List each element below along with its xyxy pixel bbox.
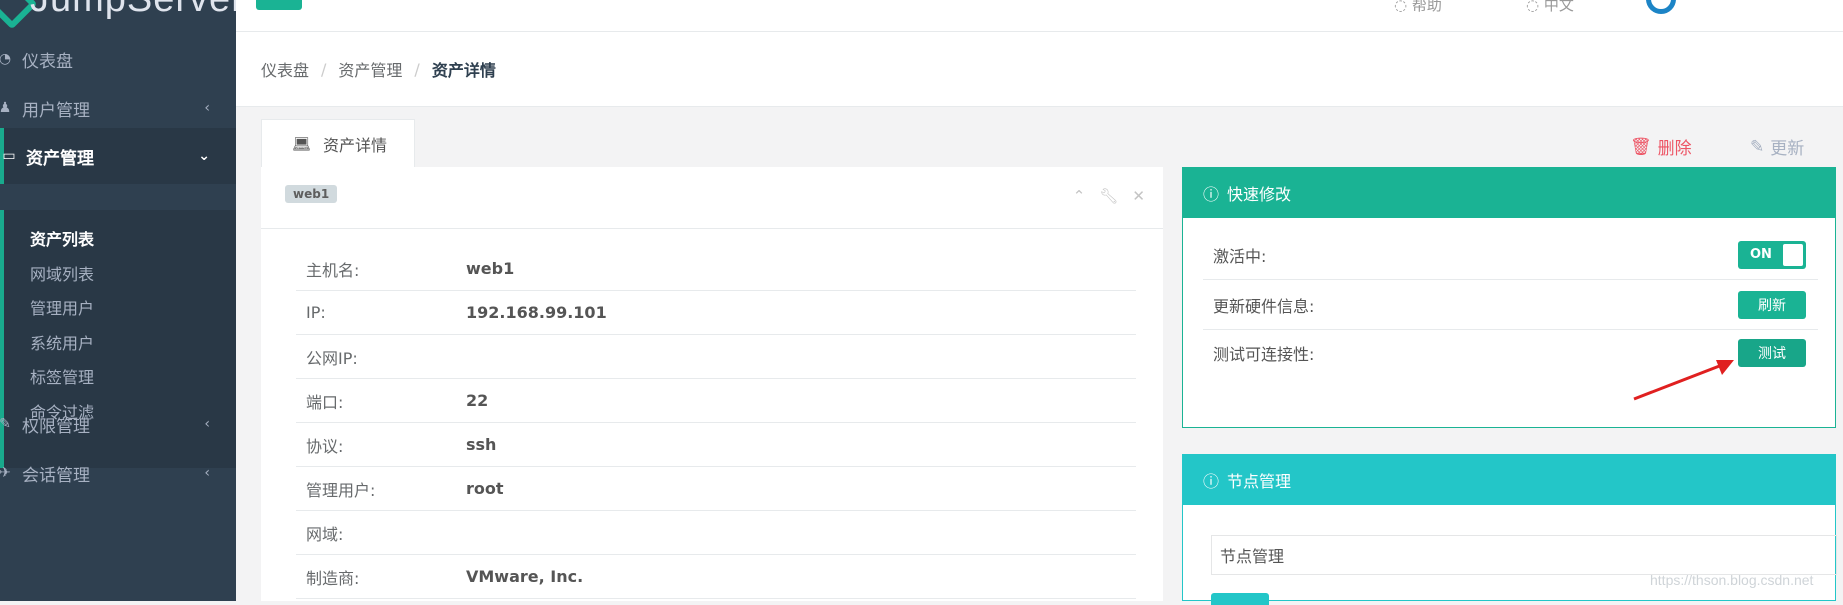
edit-icon: ✎ bbox=[1750, 136, 1765, 157]
annotation-arrow bbox=[1633, 360, 1734, 401]
breadcrumb: 仪表盘 / 资产管理 / 资产详情 bbox=[236, 32, 1843, 107]
tab-asset-detail[interactable]: 💻︎ 资产详情 bbox=[261, 119, 415, 167]
dashboard-icon: ◔ bbox=[0, 51, 12, 67]
row-key: 公网IP: bbox=[306, 348, 358, 368]
row-key: 网域: bbox=[306, 524, 344, 544]
wrench-icon[interactable]: 🔧︎ bbox=[1099, 187, 1118, 205]
row-key: 主机名: bbox=[306, 260, 360, 280]
chevron-left-icon: ‹ bbox=[204, 100, 210, 116]
help-label: 帮助 bbox=[1411, 0, 1442, 14]
row-value: 192.168.99.101 bbox=[466, 303, 607, 322]
watermark: https://thson.blog.csdn.net bbox=[1650, 572, 1814, 588]
row-key: 管理用户: bbox=[306, 480, 376, 500]
info-icon: ⓘ bbox=[1203, 472, 1220, 491]
refresh-button[interactable]: 刷新 bbox=[1738, 290, 1806, 319]
sidebar-item-label: 仪表盘 bbox=[22, 51, 73, 72]
panel-header: web1 ⌃ 🔧︎ ✕ bbox=[261, 167, 1163, 229]
language-label: 中文 bbox=[1543, 0, 1574, 14]
table-row: 制造商: VMware, Inc. bbox=[296, 555, 1136, 599]
sidebar-item-label: 会话管理 bbox=[22, 465, 90, 486]
table-row: 端口: 22 bbox=[296, 379, 1136, 423]
rocket-icon: ✈ bbox=[0, 465, 11, 481]
edit-icon: ✎ bbox=[0, 416, 11, 432]
tab-label: 资产详情 bbox=[323, 135, 388, 155]
node-management-title: 节点管理 bbox=[1227, 472, 1292, 491]
row-value: ssh bbox=[466, 435, 497, 454]
logo-text: JumpServer bbox=[30, 0, 236, 21]
table-row: 协议: ssh bbox=[296, 423, 1136, 467]
sidebar-item-label: 权限管理 bbox=[22, 416, 90, 437]
sidebar-item-dashboard[interactable]: ◔ 仪表盘 bbox=[0, 31, 236, 87]
sidebar-item-label: 用户管理 bbox=[22, 100, 90, 121]
globe-icon: ◌ bbox=[1526, 0, 1540, 14]
node-management-header: ⓘ 节点管理 bbox=[1183, 455, 1835, 505]
chevron-down-icon: ⌄ bbox=[198, 148, 210, 164]
chevron-left-icon: ‹ bbox=[204, 465, 210, 481]
users-icon: ♟ bbox=[0, 100, 12, 116]
active-row: 激活中: ON bbox=[1203, 230, 1818, 280]
breadcrumb-item-dashboard[interactable]: 仪表盘 bbox=[261, 57, 309, 81]
table-row: 网域: bbox=[296, 511, 1136, 555]
breadcrumb-item-assets[interactable]: 资产管理 bbox=[338, 57, 402, 81]
sidebar-item-label: 资产管理 bbox=[26, 148, 94, 169]
row-key: IP: bbox=[306, 303, 326, 322]
top-navbar: ◌ 帮助 ◌ 中文 bbox=[236, 0, 1843, 32]
row-key: 制造商: bbox=[306, 568, 360, 588]
panel-tools: ⌃ 🔧︎ ✕ bbox=[1073, 187, 1145, 205]
update-button[interactable]: ✎ 更新 bbox=[1750, 134, 1805, 160]
menu-toggle-button[interactable] bbox=[256, 0, 302, 10]
collapse-icon[interactable]: ⌃ bbox=[1073, 187, 1086, 205]
row-value: 22 bbox=[466, 391, 489, 410]
table-row: IP: 192.168.99.101 bbox=[296, 291, 1136, 335]
row-key: 端口: bbox=[306, 392, 344, 412]
test-button[interactable]: 测试 bbox=[1738, 339, 1806, 367]
submenu-item-asset-list[interactable]: 资产列表 bbox=[30, 218, 94, 258]
asset-detail-table: 主机名: web1 IP: 192.168.99.101 公网IP: 端口: 22 协… bbox=[296, 247, 1136, 599]
breadcrumb-separator: / bbox=[414, 59, 420, 79]
help-icon: ◌ bbox=[1394, 0, 1408, 14]
test-label: 测试可连接性: bbox=[1213, 345, 1315, 364]
table-row: 主机名: web1 bbox=[296, 247, 1136, 291]
node-submit-button[interactable] bbox=[1211, 593, 1269, 605]
quick-edit-header: ⓘ 快速修改 bbox=[1183, 168, 1835, 218]
active-label: 激活中: bbox=[1213, 246, 1267, 266]
hardware-row: 更新硬件信息: 刷新 bbox=[1203, 280, 1818, 330]
breadcrumb-separator: / bbox=[321, 59, 327, 79]
delete-button[interactable]: 🗑︎ 删除 bbox=[1630, 134, 1692, 160]
user-avatar[interactable] bbox=[1646, 0, 1676, 14]
chevron-left-icon: ‹ bbox=[204, 416, 210, 432]
quick-edit-title: 快速修改 bbox=[1227, 185, 1292, 204]
close-icon[interactable]: ✕ bbox=[1132, 187, 1145, 205]
hardware-label: 更新硬件信息: bbox=[1213, 296, 1315, 316]
delete-label: 删除 bbox=[1657, 139, 1692, 159]
row-value: web1 bbox=[466, 259, 515, 278]
language-selector[interactable]: ◌ 中文 bbox=[1526, 0, 1574, 15]
laptop-icon: 💻︎ bbox=[292, 134, 312, 153]
sidebar-item-sessions[interactable]: ✈ 会话管理 ‹ bbox=[0, 445, 236, 501]
sidebar-item-permissions[interactable]: ✎ 权限管理 ‹ bbox=[0, 396, 236, 452]
info-icon: ⓘ bbox=[1203, 185, 1220, 204]
help-link[interactable]: ◌ 帮助 bbox=[1394, 0, 1442, 15]
node-select-input[interactable]: 节点管理 bbox=[1211, 535, 1837, 575]
table-row: 管理用户: root bbox=[296, 467, 1136, 511]
sidebar-item-assets[interactable]: ▭ 资产管理 ⌄ bbox=[0, 128, 236, 184]
trash-icon: 🗑︎ bbox=[1630, 136, 1652, 157]
row-key: 协议: bbox=[306, 436, 344, 456]
row-value: VMware, Inc. bbox=[466, 567, 584, 586]
submenu-item-admin-users[interactable]: 管理用户 bbox=[30, 287, 94, 327]
breadcrumb-item-current: 资产详情 bbox=[431, 61, 496, 80]
toggle-knob bbox=[1783, 243, 1803, 266]
asset-name-badge: web1 bbox=[285, 185, 338, 203]
update-label: 更新 bbox=[1770, 139, 1805, 159]
table-row: 公网IP: bbox=[296, 335, 1136, 379]
active-toggle[interactable]: ON bbox=[1738, 240, 1806, 269]
row-value: root bbox=[466, 479, 504, 498]
sidebar: JumpServer ◔ 仪表盘 ♟ 用户管理 ‹ ▭ 资产管理 ⌄ 资产列表 … bbox=[0, 0, 236, 601]
submenu-item-labels[interactable]: 标签管理 bbox=[30, 356, 94, 396]
toggle-label: ON bbox=[1750, 247, 1772, 262]
asset-detail-panel: web1 ⌃ 🔧︎ ✕ 主机名: web1 IP: 192.168.99.101 公… bbox=[261, 167, 1163, 601]
inbox-icon: ▭ bbox=[2, 148, 16, 164]
